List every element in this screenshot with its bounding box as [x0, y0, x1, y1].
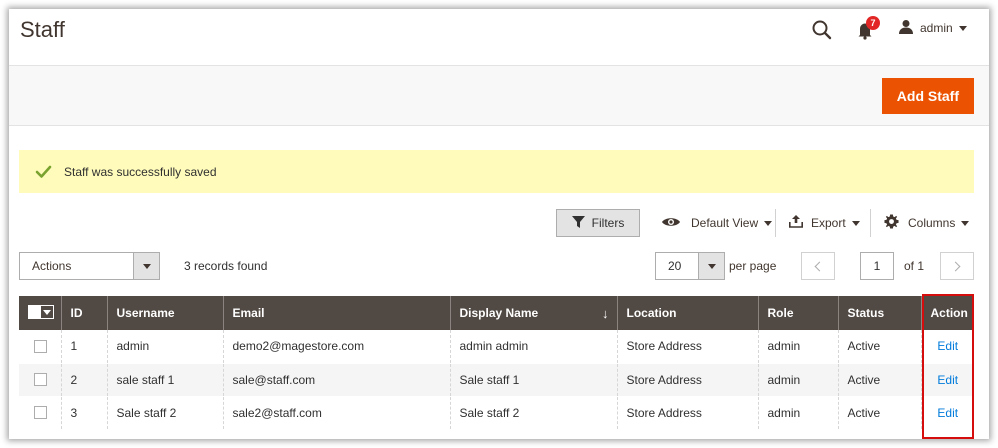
- edit-link[interactable]: Edit: [937, 406, 958, 420]
- page-title: Staff: [20, 17, 65, 42]
- cell-role: admin: [758, 330, 839, 364]
- search-icon[interactable]: [811, 19, 833, 41]
- export-label: Export: [811, 216, 846, 230]
- user-name: admin: [920, 21, 953, 35]
- success-message: Staff was successfully saved: [19, 150, 974, 193]
- mass-actions-select[interactable]: Actions: [19, 252, 160, 280]
- column-header-status[interactable]: Status: [838, 296, 922, 330]
- grid-header-row: ID Username Email Display Name ↓ Locatio…: [19, 296, 974, 330]
- mass-select-checkbox[interactable]: [28, 305, 54, 319]
- total-pages-label: of 1: [904, 259, 925, 273]
- checkmark-icon: [35, 163, 52, 180]
- cell-status: Active: [838, 363, 922, 397]
- cell-action: Edit: [921, 363, 974, 397]
- cell-status: Active: [838, 330, 922, 364]
- column-header-display-name-label: Display Name: [459, 306, 539, 320]
- cell-username: admin: [107, 330, 224, 364]
- per-page-value: 20: [668, 259, 682, 273]
- cell-action: Edit: [921, 396, 974, 430]
- row-select-cell[interactable]: [19, 396, 62, 430]
- filters-button[interactable]: Filters: [556, 209, 640, 237]
- previous-page-button[interactable]: [801, 252, 835, 280]
- edit-link[interactable]: Edit: [937, 373, 958, 387]
- cell-role: admin: [758, 396, 839, 430]
- cell-email: sale@staff.com: [223, 363, 451, 397]
- staff-grid: ID Username Email Display Name ↓ Locatio…: [19, 296, 974, 430]
- per-page-label: per page: [729, 259, 777, 273]
- default-view-label: Default View: [691, 216, 759, 230]
- toolbar-divider: [775, 209, 776, 237]
- export-icon: [789, 215, 803, 231]
- chevron-down-icon: [961, 220, 970, 226]
- mass-select-header[interactable]: [19, 296, 62, 330]
- cell-location: Store Address: [617, 330, 759, 364]
- chevron-right-icon: [950, 261, 961, 271]
- per-page-select[interactable]: 20: [655, 252, 725, 280]
- page-actions-bar: Add Staff: [9, 65, 989, 126]
- columns-dropdown[interactable]: Columns: [884, 209, 970, 237]
- chevron-down-icon: [851, 220, 860, 226]
- row-checkbox[interactable]: [34, 373, 47, 386]
- cell-display-name: Sale staff 1: [450, 363, 618, 397]
- cell-username: sale staff 1: [107, 363, 224, 397]
- cell-id: 2: [61, 363, 108, 397]
- chevron-down-icon: [133, 253, 159, 279]
- cell-display-name: Sale staff 2: [450, 396, 618, 430]
- column-header-role[interactable]: Role: [758, 296, 839, 330]
- column-header-action: Action: [921, 296, 974, 330]
- column-header-location[interactable]: Location: [617, 296, 759, 330]
- edit-link[interactable]: Edit: [937, 339, 958, 353]
- eye-icon: [661, 216, 681, 231]
- columns-label: Columns: [908, 216, 956, 230]
- row-checkbox[interactable]: [34, 406, 47, 419]
- cell-email: demo2@magestore.com: [223, 330, 451, 364]
- cell-action: Edit: [921, 330, 974, 364]
- add-staff-button[interactable]: Add Staff: [881, 78, 974, 114]
- cell-status: Active: [838, 396, 922, 430]
- filters-label: Filters: [591, 216, 625, 230]
- table-row: 2 sale staff 1 sale@staff.com Sale staff…: [19, 363, 974, 397]
- gear-icon: [884, 214, 899, 232]
- column-header-email[interactable]: Email: [223, 296, 451, 330]
- table-row: 1 admin demo2@magestore.com admin admin …: [19, 330, 974, 364]
- column-header-id[interactable]: ID: [61, 296, 108, 330]
- success-message-text: Staff was successfully saved: [64, 164, 217, 179]
- row-select-cell[interactable]: [19, 363, 62, 397]
- records-count: 3 records found: [184, 259, 268, 273]
- chevron-down-icon: [698, 253, 724, 279]
- cell-username: Sale staff 2: [107, 396, 224, 430]
- cell-email: sale2@staff.com: [223, 396, 451, 430]
- user-icon: [898, 19, 914, 38]
- default-view-dropdown[interactable]: Default View: [661, 209, 773, 237]
- notification-badge: 7: [866, 16, 880, 30]
- row-checkbox[interactable]: [34, 339, 47, 353]
- cell-location: Store Address: [617, 363, 759, 397]
- mass-actions-value: Actions: [32, 259, 72, 273]
- cell-id: 1: [61, 330, 108, 364]
- cell-location: Store Address: [617, 396, 759, 430]
- current-page-input[interactable]: 1: [860, 252, 894, 280]
- cell-id: 3: [61, 396, 108, 430]
- export-dropdown[interactable]: Export: [789, 209, 860, 237]
- funnel-icon: [571, 215, 585, 231]
- row-select-cell[interactable]: [19, 330, 62, 364]
- user-menu[interactable]: admin: [898, 18, 967, 38]
- chevron-down-icon: [764, 220, 773, 226]
- table-row: 3 Sale staff 2 sale2@staff.com Sale staf…: [19, 396, 974, 430]
- next-page-button[interactable]: [940, 252, 974, 280]
- toolbar-divider: [870, 209, 871, 237]
- sort-arrow-icon: ↓: [602, 306, 609, 321]
- cell-role: admin: [758, 363, 839, 397]
- screenshot-frame: Staff 7 admin Add Staff Staff was succes…: [0, 0, 998, 448]
- admin-panel: Staff 7 admin Add Staff Staff was succes…: [9, 9, 989, 439]
- chevron-left-icon: [814, 261, 825, 271]
- cell-display-name: admin admin: [450, 330, 618, 364]
- column-header-username[interactable]: Username: [107, 296, 224, 330]
- chevron-down-icon: [958, 25, 967, 31]
- column-header-display-name[interactable]: Display Name ↓: [450, 296, 618, 330]
